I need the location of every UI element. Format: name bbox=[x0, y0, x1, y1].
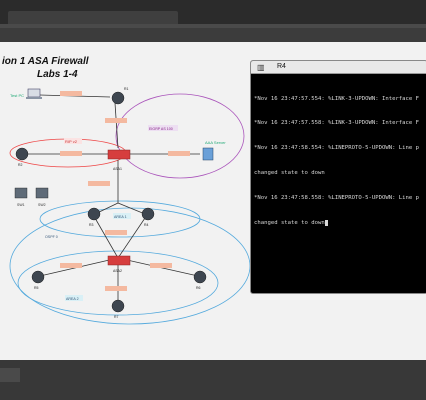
bottom-tab[interactable] bbox=[0, 368, 20, 382]
terminal-line: *Nov 16 23:47:58.558: %LINEPROTO-5-UPDOW… bbox=[254, 195, 420, 202]
eigrp-zone bbox=[115, 93, 245, 179]
top-bar bbox=[0, 0, 426, 24]
server-icon bbox=[202, 147, 214, 161]
switch-sw2 bbox=[35, 187, 49, 199]
link-label bbox=[60, 91, 82, 96]
terminal-titlebar[interactable]: ▥ R4 bbox=[251, 61, 426, 74]
terminal-line: *Nov 16 23:47:57.554: %LINK-3-UPDOWN: In… bbox=[254, 95, 420, 102]
router-r6 bbox=[193, 270, 207, 284]
diagram-title: ion 1 ASA Firewall bbox=[2, 56, 89, 67]
bottom-bar bbox=[0, 360, 426, 400]
link-label bbox=[105, 118, 127, 123]
terminal-line: *Nov 16 23:47:58.554: %LINEPROTO-5-UPDOW… bbox=[254, 145, 420, 152]
r6-label: R6 bbox=[196, 286, 201, 290]
router-r1 bbox=[111, 91, 125, 105]
terminal-line-text: changed state to down bbox=[254, 220, 325, 227]
sw2-label: SW2 bbox=[38, 203, 46, 207]
terminal-line: *Nov 16 23:47:57.558: %LINK-3-UPDOWN: In… bbox=[254, 120, 420, 127]
link-label bbox=[60, 263, 82, 268]
terminal-cursor bbox=[324, 219, 328, 226]
router-r7 bbox=[111, 299, 125, 313]
firewall-asa2 bbox=[107, 255, 131, 266]
top-tab[interactable] bbox=[8, 11, 178, 24]
terminal-line: changed state to down bbox=[254, 170, 325, 177]
link-label bbox=[150, 263, 172, 268]
link-label bbox=[105, 230, 127, 235]
r2-label: R2 bbox=[18, 163, 23, 167]
area1-label: AREA 1 bbox=[114, 215, 127, 219]
firewall-asa1 bbox=[107, 149, 131, 160]
link-label bbox=[60, 151, 82, 156]
router-r5 bbox=[31, 270, 45, 284]
eigrp-label: EIGRP AS 100 bbox=[149, 127, 173, 131]
sw1-label: SW1 bbox=[17, 203, 25, 207]
r3-label: R3 bbox=[89, 223, 94, 227]
link-label bbox=[88, 181, 110, 186]
terminal-output[interactable]: *Nov 16 23:47:57.554: %LINK-3-UPDOWN: In… bbox=[251, 74, 426, 248]
terminal-icon: ▥ bbox=[257, 63, 265, 72]
r4-label: R4 bbox=[144, 223, 149, 227]
terminal-window[interactable]: ▥ R4 *Nov 16 23:47:57.554: %LINK-3-UPDOW… bbox=[250, 60, 426, 294]
r7-label: R7 bbox=[114, 315, 119, 319]
link-label bbox=[105, 286, 127, 291]
router-r2 bbox=[15, 147, 29, 161]
asa2-label: ASA2 bbox=[113, 269, 122, 273]
router-r3 bbox=[87, 207, 101, 221]
ospf-label: OSPF 0 bbox=[45, 235, 58, 239]
r1-label: R1 bbox=[124, 87, 129, 91]
area2-label: AREA 2 bbox=[66, 297, 79, 301]
test-pc-label: Test PC bbox=[10, 93, 24, 98]
asa1-label: ASA1 bbox=[113, 167, 122, 171]
toolbar-strip bbox=[0, 24, 426, 28]
network-topology-diagram: Test PC AAA Server SW1 SW2 RIP v2 EIGRP … bbox=[9, 87, 250, 325]
link-label bbox=[168, 151, 190, 156]
ospf-zone bbox=[9, 207, 250, 325]
terminal-title: R4 bbox=[277, 63, 286, 70]
terminal-line: changed state to down bbox=[254, 219, 424, 227]
r5-label: R5 bbox=[34, 286, 39, 290]
switch-sw1 bbox=[14, 187, 28, 199]
aaa-server-label: AAA Server bbox=[205, 140, 226, 145]
laptop-icon bbox=[27, 88, 41, 98]
rip-label: RIP v2 bbox=[65, 139, 78, 144]
router-r4 bbox=[141, 207, 155, 221]
